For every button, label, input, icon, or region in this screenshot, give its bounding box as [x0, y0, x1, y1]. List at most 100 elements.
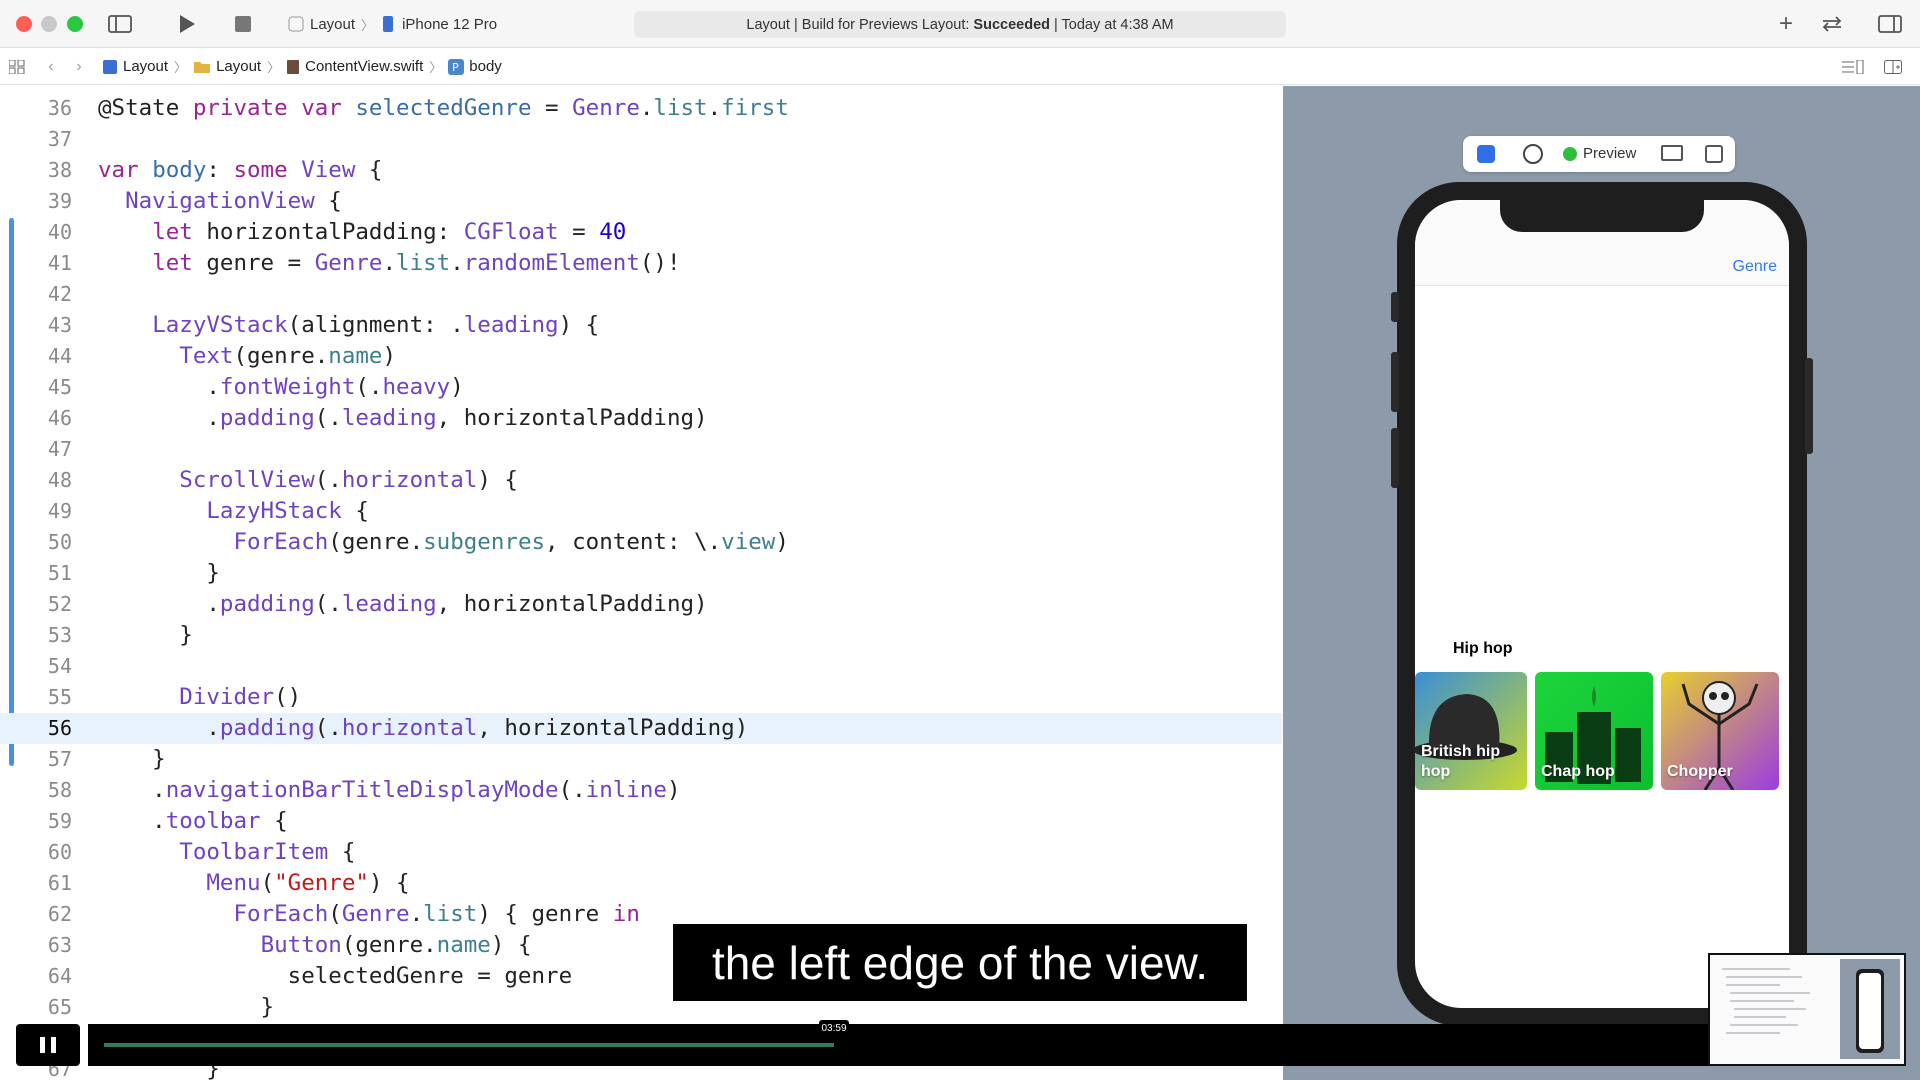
- notch: [1500, 200, 1704, 232]
- close-window-button[interactable]: [16, 16, 32, 32]
- line-number: 62: [47, 902, 72, 926]
- stop-icon[interactable]: [233, 14, 253, 34]
- subgenre-tile[interactable]: Chopper: [1661, 672, 1779, 790]
- breadcrumb-project[interactable]: Layout: [102, 58, 168, 75]
- code-line[interactable]: 56 .padding(.horizontal, horizontalPaddi…: [0, 713, 1282, 744]
- code-line[interactable]: 54: [0, 651, 1282, 682]
- back-icon[interactable]: ‹: [44, 57, 58, 77]
- breadcrumb-folder[interactable]: Layout: [193, 58, 261, 75]
- scheme-selector[interactable]: Layout 〉 iPhone 12 Pro: [288, 13, 497, 35]
- code-text: }: [98, 994, 275, 1020]
- minimize-window-button[interactable]: [41, 16, 57, 32]
- line-number: 59: [47, 809, 72, 833]
- code-line[interactable]: 44 Text(genre.name): [0, 341, 1282, 372]
- code-line[interactable]: 58 .navigationBarTitleDisplayMode(.inlin…: [0, 775, 1282, 806]
- breadcrumb-file[interactable]: ContentView.swift: [286, 58, 423, 75]
- xcode-window: Layout 〉 iPhone 12 Pro Layout | Build fo…: [0, 0, 1920, 1080]
- code-text: NavigationView {: [125, 188, 342, 214]
- current-time: 03:59: [819, 1020, 849, 1036]
- breadcrumb: Layout 〉 Layout 〉 ContentView.swift 〉 P …: [102, 57, 502, 76]
- related-items-icon[interactable]: [8, 59, 26, 75]
- code-line[interactable]: 52 .padding(.leading, horizontalPadding): [0, 589, 1282, 620]
- code-line[interactable]: 36 @State private var selectedGenre = Gen…: [0, 93, 1282, 124]
- subgenre-tile[interactable]: Chap hop: [1535, 672, 1653, 790]
- code-line[interactable]: 51 }: [0, 558, 1282, 589]
- line-number: 61: [47, 871, 72, 895]
- code-line[interactable]: 47: [0, 434, 1282, 465]
- line-number: 65: [47, 995, 72, 1019]
- code-text: ForEach(genre.subgenres, content: \.view…: [233, 529, 789, 555]
- code-line[interactable]: 40 let horizontalPadding: CGFloat = 40: [0, 217, 1282, 248]
- volume-down-button: [1391, 428, 1399, 488]
- line-number: 40: [47, 220, 72, 244]
- line-number: 56: [47, 716, 72, 740]
- code-text: .toolbar {: [98, 808, 288, 834]
- code-text: .fontWeight(.heavy): [98, 374, 464, 400]
- code-line[interactable]: 42: [0, 279, 1282, 310]
- editor-options-icon[interactable]: [1842, 59, 1864, 75]
- video-thumbnail[interactable]: [1708, 953, 1906, 1066]
- code-line[interactable]: 59 .toolbar {: [0, 806, 1282, 837]
- code-line[interactable]: 49 LazyHStack {: [0, 496, 1282, 527]
- code-line[interactable]: 46 .padding(.leading, horizontalPadding): [0, 403, 1282, 434]
- code-text: }: [98, 622, 193, 648]
- run-icon[interactable]: [175, 12, 199, 36]
- chevron-right-icon: 〉: [267, 60, 281, 75]
- code-text: selectedGenre = genre: [98, 963, 573, 989]
- forward-icon[interactable]: ›: [72, 57, 86, 77]
- zoom-window-button[interactable]: [67, 16, 83, 32]
- code-line[interactable]: 61 Menu("Genre") {: [0, 868, 1282, 899]
- line-number: 49: [47, 499, 72, 523]
- app-icon: [288, 16, 304, 32]
- split-editor-icon[interactable]: [1882, 59, 1904, 75]
- chevron-right-icon: 〉: [361, 17, 375, 33]
- status-suffix: | Today at 4:38 AM: [1054, 16, 1174, 33]
- live-preview-icon[interactable]: [1477, 145, 1495, 163]
- code-line[interactable]: 53 }: [0, 620, 1282, 651]
- code-line[interactable]: 41 let genre = Genre.list.randomElement(…: [0, 248, 1282, 279]
- breadcrumb-symbol[interactable]: P body: [448, 58, 502, 75]
- code-line[interactable]: 60 ToolbarItem {: [0, 837, 1282, 868]
- breadcrumb-label: Layout: [123, 58, 169, 75]
- status-result: Succeeded: [973, 16, 1050, 33]
- code-line[interactable]: 55 Divider(): [0, 682, 1282, 713]
- code-text: var body: some View {: [98, 157, 383, 183]
- subgenre-label: Chopper: [1667, 763, 1733, 780]
- code-line[interactable]: 39 NavigationView {: [0, 186, 1282, 217]
- line-number: 52: [47, 592, 72, 616]
- activity-status: Layout | Build for Previews Layout: Succ…: [634, 11, 1286, 38]
- pause-button[interactable]: [16, 1024, 80, 1066]
- line-number: 45: [47, 375, 72, 399]
- code-line[interactable]: 48 ScrollView(.horizontal) {: [0, 465, 1282, 496]
- selectable-mode-icon[interactable]: [1523, 144, 1543, 164]
- breadcrumb-label: ContentView.swift: [305, 58, 424, 75]
- line-number: 58: [47, 778, 72, 802]
- preview-label[interactable]: Preview: [1583, 145, 1636, 162]
- code-text: .padding(.leading, horizontalPadding): [98, 591, 708, 617]
- code-review-icon[interactable]: [1818, 12, 1846, 36]
- code-line[interactable]: 57 }: [0, 744, 1282, 775]
- thumbnail-preview: [1710, 955, 1904, 1064]
- code-text: let genre = Genre.list.randomElement()!: [152, 250, 681, 276]
- code-line[interactable]: 38 var body: some View {: [0, 155, 1282, 186]
- duplicate-preview-icon[interactable]: [1705, 145, 1723, 163]
- seek-bar[interactable]: 03:59: [88, 1020, 1708, 1066]
- line-number: 54: [47, 654, 72, 678]
- inspector-toggle-icon[interactable]: [1876, 12, 1904, 36]
- add-icon[interactable]: +: [1774, 10, 1798, 37]
- code-line[interactable]: 45 .fontWeight(.heavy): [0, 372, 1282, 403]
- code-text: }: [98, 560, 220, 586]
- genre-menu-button[interactable]: Genre: [1733, 258, 1777, 276]
- phone-icon: [383, 16, 394, 32]
- power-button: [1805, 358, 1813, 454]
- code-text: let horizontalPadding: CGFloat = 40: [152, 219, 627, 245]
- device-settings-icon[interactable]: [1661, 145, 1683, 161]
- folder-icon: [194, 61, 211, 73]
- code-line[interactable]: 43 LazyVStack(alignment: .leading) {: [0, 310, 1282, 341]
- code-line[interactable]: 50 ForEach(genre.subgenres, content: \.v…: [0, 527, 1282, 558]
- line-number: 55: [47, 685, 72, 709]
- sidebar-toggle-icon[interactable]: [106, 12, 134, 36]
- code-text: @State private var selectedGenre = Genre…: [98, 95, 789, 121]
- code-line[interactable]: 37: [0, 124, 1282, 155]
- subgenre-tile[interactable]: British hip hop: [1415, 672, 1527, 790]
